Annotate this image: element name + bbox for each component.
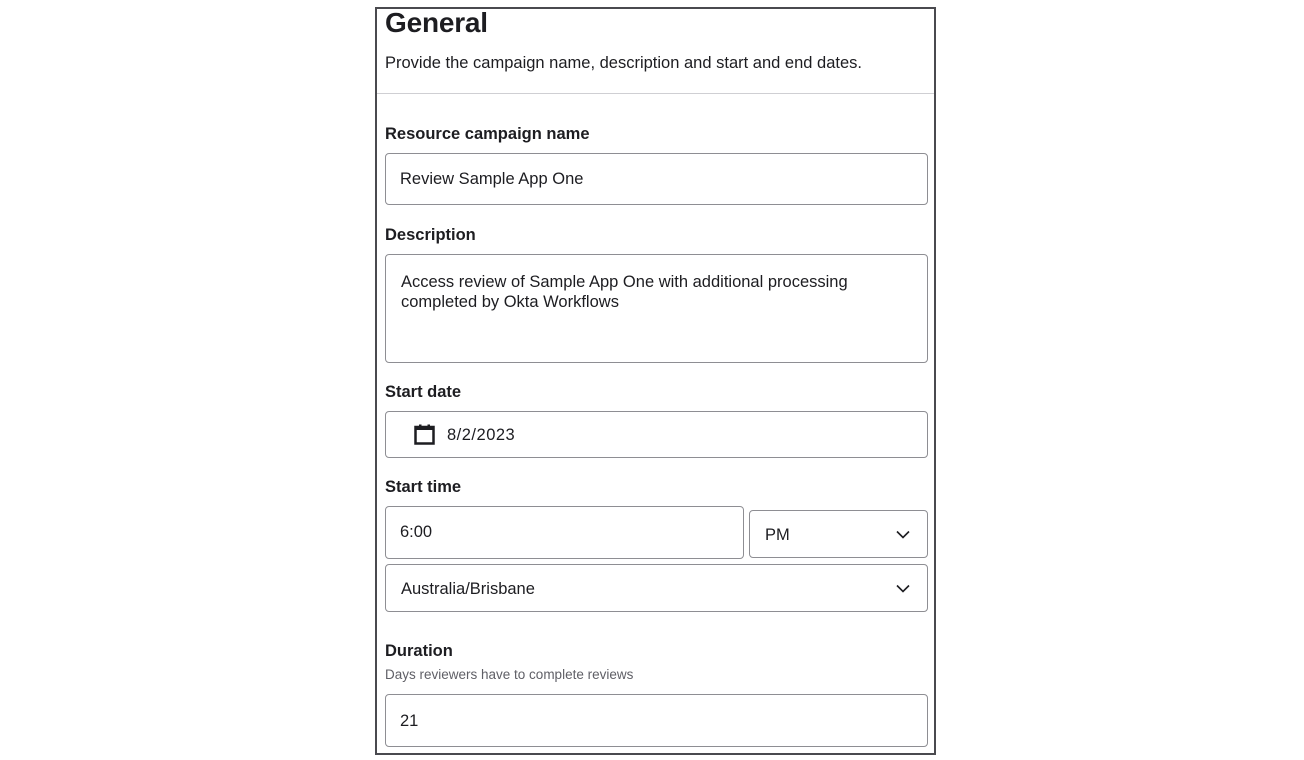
start-date-label: Start date (385, 383, 462, 401)
chevron-down-icon (896, 530, 910, 539)
general-settings-panel: General Provide the campaign name, descr… (375, 7, 936, 755)
duration-input[interactable]: 21 (385, 694, 928, 747)
description-value: Access review of Sample App One with add… (401, 273, 848, 311)
section-title: General (385, 7, 488, 38)
duration-label: Duration (385, 642, 453, 660)
meridiem-select[interactable]: PM (749, 510, 928, 558)
duration-value: 21 (400, 712, 419, 730)
campaign-name-label: Resource campaign name (385, 125, 590, 143)
campaign-name-value: Review Sample App One (400, 170, 584, 188)
campaign-name-input[interactable]: Review Sample App One (385, 153, 928, 205)
start-time-label: Start time (385, 478, 462, 496)
section-description: Provide the campaign name, description a… (385, 54, 862, 72)
section-divider (377, 93, 934, 94)
timezone-select[interactable]: Australia/Brisbane (385, 564, 928, 612)
timezone-value: Australia/Brisbane (401, 580, 535, 598)
chevron-down-icon (896, 584, 910, 593)
start-date-input[interactable]: 8/2/2023 (385, 411, 928, 458)
start-time-value: 6:00 (400, 523, 433, 541)
start-time-input[interactable]: 6:00 (385, 506, 744, 559)
meridiem-value: PM (765, 526, 790, 544)
start-date-value: 8/2/2023 (447, 426, 516, 444)
description-label: Description (385, 226, 476, 244)
duration-hint: Days reviewers have to complete reviews (385, 667, 634, 682)
description-textarea[interactable]: Access review of Sample App One with add… (385, 254, 928, 363)
calendar-icon[interactable] (414, 424, 435, 445)
